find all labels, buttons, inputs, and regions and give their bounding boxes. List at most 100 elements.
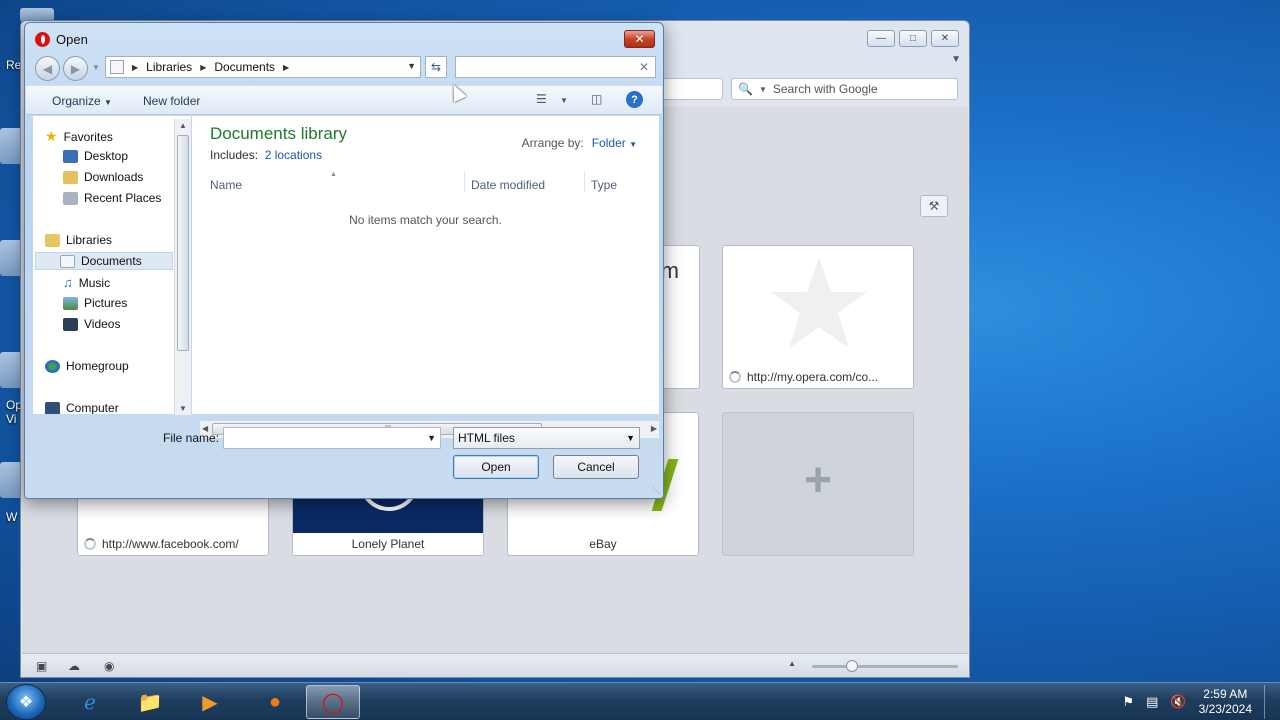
firefox-icon[interactable]: ●: [248, 685, 302, 719]
navigation-pane: ★ Favorites Desktop Downloads Recent Pla…: [33, 116, 191, 414]
volume-muted-icon[interactable]: 🔇: [1170, 694, 1186, 710]
taskbar: ❖ ℯ 📁 ▶ ● ◯ ⚑ ▤ 🔇 2:59 AM 3/23/2024: [0, 682, 1280, 720]
search-placeholder: Search with Google: [772, 82, 878, 96]
desktop-app-icon[interactable]: [0, 462, 22, 498]
nav-item-desktop[interactable]: Desktop: [63, 149, 128, 163]
preview-pane-icon[interactable]: ◫: [591, 92, 602, 106]
breadcrumb[interactable]: ▶ Libraries ▶ Documents ▶ ▼: [105, 56, 421, 78]
refresh-icon[interactable]: ⇆: [425, 56, 447, 78]
file-explorer-icon[interactable]: 📁: [123, 685, 177, 719]
tile-url: http://www.facebook.com/: [102, 537, 239, 551]
nav-item-pictures[interactable]: Pictures: [63, 296, 127, 310]
start-button[interactable]: ❖: [6, 684, 46, 720]
nav-item-computer[interactable]: Computer: [45, 401, 119, 414]
nav-item-documents[interactable]: Documents: [35, 252, 173, 270]
column-header-date-modified[interactable]: Date modified: [471, 178, 545, 192]
homegroup-icon: [45, 359, 60, 373]
file-type-select[interactable]: HTML files ▼: [453, 427, 640, 449]
zoom-slider[interactable]: [812, 665, 958, 668]
nav-item-downloads[interactable]: Downloads: [63, 170, 143, 184]
cloud-icon[interactable]: ☁: [68, 659, 80, 673]
desktop-app-icon[interactable]: [0, 128, 22, 164]
nav-item-recent-places[interactable]: Recent Places: [63, 191, 161, 205]
help-icon[interactable]: ?: [626, 91, 643, 108]
scroll-right-icon[interactable]: ▶: [651, 424, 657, 433]
maximize-button[interactable]: □: [899, 30, 927, 47]
recent-places-icon: [63, 191, 78, 205]
internet-explorer-icon[interactable]: ℯ: [63, 685, 117, 719]
pictures-icon: [63, 296, 78, 310]
new-folder-button[interactable]: New folder: [143, 94, 200, 108]
breadcrumb-libraries[interactable]: Libraries: [146, 60, 192, 74]
nav-item-favorites[interactable]: ★ Favorites: [45, 128, 113, 145]
change-view-icon[interactable]: ☰: [536, 92, 547, 106]
speed-dial-tile[interactable]: http://my.opera.com/co...: [722, 245, 914, 389]
close-button[interactable]: ✕: [624, 30, 655, 48]
scroll-down-icon[interactable]: ▼: [179, 404, 187, 413]
nav-item-libraries[interactable]: Libraries: [45, 233, 112, 247]
recent-locations-dropdown[interactable]: ▼: [92, 63, 100, 72]
nav-item-music[interactable]: ♫ Music: [63, 275, 110, 290]
cancel-button[interactable]: Cancel: [553, 455, 639, 479]
open-button[interactable]: Open: [453, 455, 539, 479]
search-documents-field[interactable]: ✕: [455, 56, 656, 78]
file-name-input[interactable]: [224, 428, 420, 448]
desktop-app-icon[interactable]: [0, 240, 22, 276]
back-button[interactable]: ◀: [35, 56, 60, 81]
network-icon[interactable]: ▤: [1146, 694, 1158, 710]
plus-icon: +: [803, 454, 833, 507]
panel-toggle-icon[interactable]: ▣: [36, 659, 47, 673]
nav-label: Libraries: [66, 233, 113, 247]
minimize-button[interactable]: —: [867, 30, 895, 47]
music-icon: ♫: [63, 275, 73, 290]
locations-link[interactable]: 2 locations: [265, 148, 322, 162]
zoom-slider-thumb[interactable]: [846, 660, 858, 672]
tile-label: Lonely Planet: [293, 533, 483, 555]
downloads-folder-icon: [63, 170, 78, 184]
nav-item-homegroup[interactable]: Homegroup: [45, 359, 129, 373]
star-icon: [771, 258, 867, 348]
chevron-down-icon: ▼: [629, 140, 637, 149]
arrange-by-dropdown[interactable]: Folder ▼: [592, 136, 637, 150]
close-button[interactable]: ✕: [931, 30, 959, 47]
turbo-icon[interactable]: ◉: [104, 659, 114, 673]
search-input[interactable]: [456, 57, 631, 77]
action-center-flag-icon[interactable]: ⚑: [1122, 694, 1134, 710]
clock[interactable]: 2:59 AM 3/23/2024: [1199, 687, 1252, 717]
wrench-icon[interactable]: ⚒: [920, 195, 948, 217]
nav-pane-scrollbar[interactable]: ▲ ▼: [174, 119, 191, 415]
column-divider[interactable]: [584, 172, 585, 192]
opera-logo-icon: [35, 32, 50, 47]
organize-button[interactable]: Organize ▼: [52, 94, 112, 108]
chevron-down-icon[interactable]: ▼: [427, 433, 436, 443]
column-header-type[interactable]: Type: [591, 178, 617, 192]
arrange-value: Folder: [591, 136, 626, 150]
desktop-app-icon[interactable]: [0, 352, 22, 388]
file-name-combobox[interactable]: ▼: [223, 427, 441, 449]
column-header-name[interactable]: Name: [210, 178, 242, 192]
chevron-down-icon[interactable]: ▼: [759, 85, 767, 94]
chevron-down-icon[interactable]: ▼: [560, 96, 568, 105]
show-desktop-button[interactable]: [1264, 685, 1274, 719]
chevron-right-icon[interactable]: ▶: [200, 63, 206, 72]
chevron-right-icon[interactable]: ▶: [283, 63, 289, 72]
chevron-right-icon[interactable]: ▶: [132, 63, 138, 72]
column-divider[interactable]: [464, 172, 465, 192]
scrollbar-thumb[interactable]: [177, 135, 189, 351]
opera-taskbar-icon[interactable]: ◯: [306, 685, 360, 719]
zoom-up-icon[interactable]: ▲: [788, 659, 796, 668]
search-field[interactable]: 🔍 ▼ Search with Google: [731, 78, 958, 100]
clear-search-icon[interactable]: ✕: [639, 60, 649, 74]
resize-grip-icon[interactable]: ⋱: [652, 486, 660, 495]
breadcrumb-documents[interactable]: Documents: [214, 60, 275, 74]
tile-url: http://my.opera.com/co...: [747, 370, 879, 384]
nav-item-videos[interactable]: Videos: [63, 317, 120, 331]
chevron-down-icon[interactable]: ▼: [407, 61, 416, 71]
media-player-icon[interactable]: ▶: [183, 685, 237, 719]
add-speed-dial-tile[interactable]: +: [722, 412, 914, 556]
forward-button[interactable]: ▶: [63, 56, 88, 81]
address-bar[interactable]: [661, 78, 723, 100]
scroll-up-icon[interactable]: ▲: [179, 121, 187, 130]
chevron-down-icon[interactable]: ▼: [951, 54, 961, 65]
status-bar: ▣ ☁ ◉ ▲: [22, 653, 968, 677]
